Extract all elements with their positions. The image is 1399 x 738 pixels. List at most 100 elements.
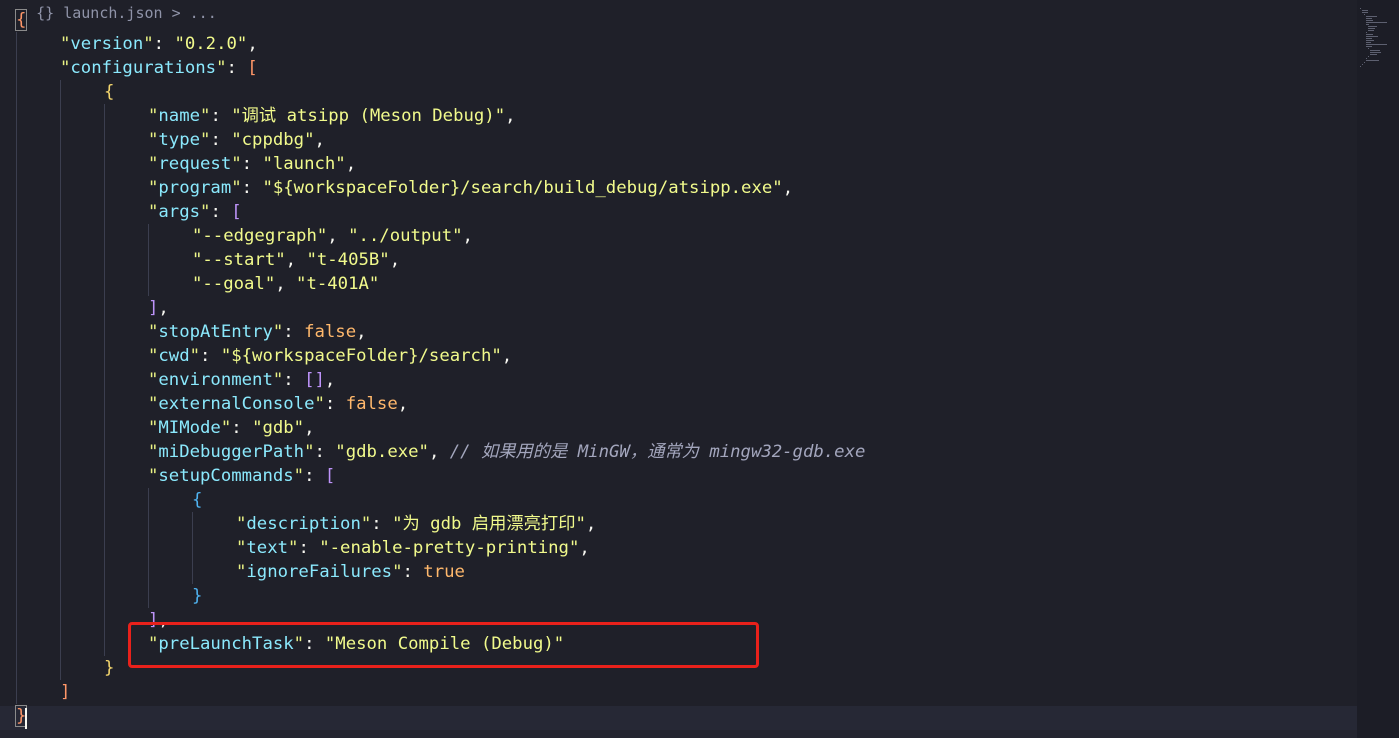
code-token: "launch" — [262, 154, 346, 174]
code-token: : — [298, 538, 320, 558]
code-token: " — [148, 322, 159, 342]
code-line[interactable]: "setupCommands": [ — [148, 464, 335, 488]
code-token: , — [462, 226, 473, 246]
code-token: " — [148, 394, 159, 414]
code-line[interactable]: "MIMode": "gdb", — [148, 416, 315, 440]
minimap-line — [1364, 14, 1365, 15]
minimap-line — [1366, 36, 1378, 37]
minimap-line — [1366, 22, 1387, 23]
minimap-line — [1366, 44, 1387, 45]
code-line[interactable]: { — [14, 8, 28, 32]
minimap-line — [1366, 40, 1374, 41]
code-token: ignoreFailures — [246, 562, 393, 582]
code-line[interactable]: "request": "launch", — [148, 152, 356, 176]
code-token: " — [220, 418, 232, 438]
minimap-line — [1366, 38, 1372, 39]
code-token: true — [423, 562, 465, 582]
code-line[interactable]: "stopAtEntry": false, — [148, 320, 367, 344]
code-token: " — [272, 370, 284, 390]
code-token: " — [304, 442, 315, 462]
code-token: " — [231, 178, 242, 198]
code-token: , — [397, 394, 409, 414]
code-token: " — [236, 538, 247, 558]
code-token: [ — [231, 202, 242, 222]
code-line[interactable]: "miDebuggerPath": "gdb.exe", // 如果用的是 Mi… — [148, 440, 865, 464]
code-line[interactable]: "--edgegraph", "../output", — [192, 224, 473, 248]
code-token: " — [200, 106, 211, 126]
code-line[interactable]: "args": [ — [148, 200, 242, 224]
code-token: { — [104, 82, 115, 102]
code-token: : — [210, 106, 232, 126]
code-token: , — [782, 178, 794, 198]
code-token: " — [200, 130, 211, 150]
code-line[interactable]: "externalConsole": false, — [148, 392, 408, 416]
minimap-line — [1366, 60, 1379, 61]
code-line[interactable]: "type": "cppdbg", — [148, 128, 325, 152]
minimap-line — [1370, 50, 1380, 51]
code-token: , — [579, 538, 590, 558]
code-token: " — [236, 562, 247, 582]
code-line[interactable]: "cwd": "${workspaceFolder}/search", — [148, 344, 512, 368]
code-token: "gdb" — [252, 418, 305, 438]
code-line[interactable]: "environment": [], — [148, 368, 335, 392]
breadcrumb[interactable]: {} launch.json > ... — [0, 0, 217, 22]
indent-guide — [148, 224, 149, 296]
code-token: ] — [148, 298, 159, 318]
code-line[interactable]: } — [192, 584, 202, 608]
code-token: : — [226, 58, 248, 78]
horizontal-scrollbar[interactable] — [0, 730, 1357, 738]
code-token: : — [283, 322, 305, 342]
minimap-line — [1362, 10, 1368, 11]
code-token: " — [148, 370, 159, 390]
indent-guide — [104, 104, 105, 656]
minimap-line — [1368, 56, 1369, 57]
code-token: " — [148, 130, 159, 150]
code-token: miDebuggerPath — [158, 442, 305, 462]
code-token: "${workspaceFolder}/search" — [220, 346, 502, 366]
code-token: { — [192, 490, 203, 510]
code-line[interactable]: { — [104, 80, 114, 104]
code-line[interactable]: } — [104, 656, 114, 680]
code-token: , — [501, 346, 513, 366]
code-token: request — [158, 154, 232, 174]
code-line[interactable]: "text": "-enable-pretty-printing", — [236, 536, 590, 560]
breadcrumb-text[interactable]: {} launch.json > ... — [36, 4, 217, 22]
code-token: " — [148, 442, 159, 462]
code-line[interactable]: "program": "${workspaceFolder}/search/bu… — [148, 176, 793, 200]
code-token: " — [200, 202, 211, 222]
code-line[interactable]: "--start", "t-405B", — [192, 248, 400, 272]
code-token: "调试 atsipp (Meson Debug)" — [231, 106, 506, 126]
minimap-line — [1368, 26, 1377, 27]
code-token: , — [324, 370, 336, 390]
code-token: , — [389, 250, 401, 270]
code-token: " — [148, 178, 159, 198]
code-line[interactable]: ], — [148, 296, 169, 320]
code-token: , — [428, 442, 450, 462]
minimap-preview[interactable] — [1360, 8, 1396, 72]
code-line[interactable]: "version": "0.2.0", — [60, 32, 258, 56]
minimap-line — [1368, 28, 1375, 29]
code-token: name — [158, 106, 201, 126]
code-token: : — [314, 442, 336, 462]
minimap-line — [1362, 12, 1368, 13]
code-line[interactable]: "description": "为 gdb 启用漂亮打印", — [236, 512, 596, 536]
code-line[interactable]: ] — [60, 680, 70, 704]
code-token: " — [148, 154, 159, 174]
code-token: " — [392, 562, 403, 582]
code-token: " — [314, 394, 325, 414]
minimap-line — [1366, 42, 1371, 43]
minimap-line — [1366, 34, 1373, 35]
code-editor[interactable]: {} launch.json > ... { "version": "0.2.0"… — [0, 0, 1399, 738]
vertical-scrollbar[interactable] — [1357, 0, 1399, 738]
code-token: : — [402, 562, 424, 582]
code-line[interactable]: "ignoreFailures": true — [236, 560, 465, 584]
code-token: , — [505, 106, 516, 126]
code-token: "${workspaceFolder}/search/build_debug/a… — [262, 178, 783, 198]
code-line[interactable]: "--goal", "t-401A" — [192, 272, 379, 296]
code-line[interactable]: { — [192, 488, 202, 512]
code-token: : — [210, 202, 232, 222]
code-line[interactable]: "name": "调试 atsipp (Meson Debug)", — [148, 104, 516, 128]
code-token: program — [158, 178, 232, 198]
code-token: " — [60, 34, 71, 54]
code-line[interactable]: "configurations": [ — [60, 56, 258, 80]
